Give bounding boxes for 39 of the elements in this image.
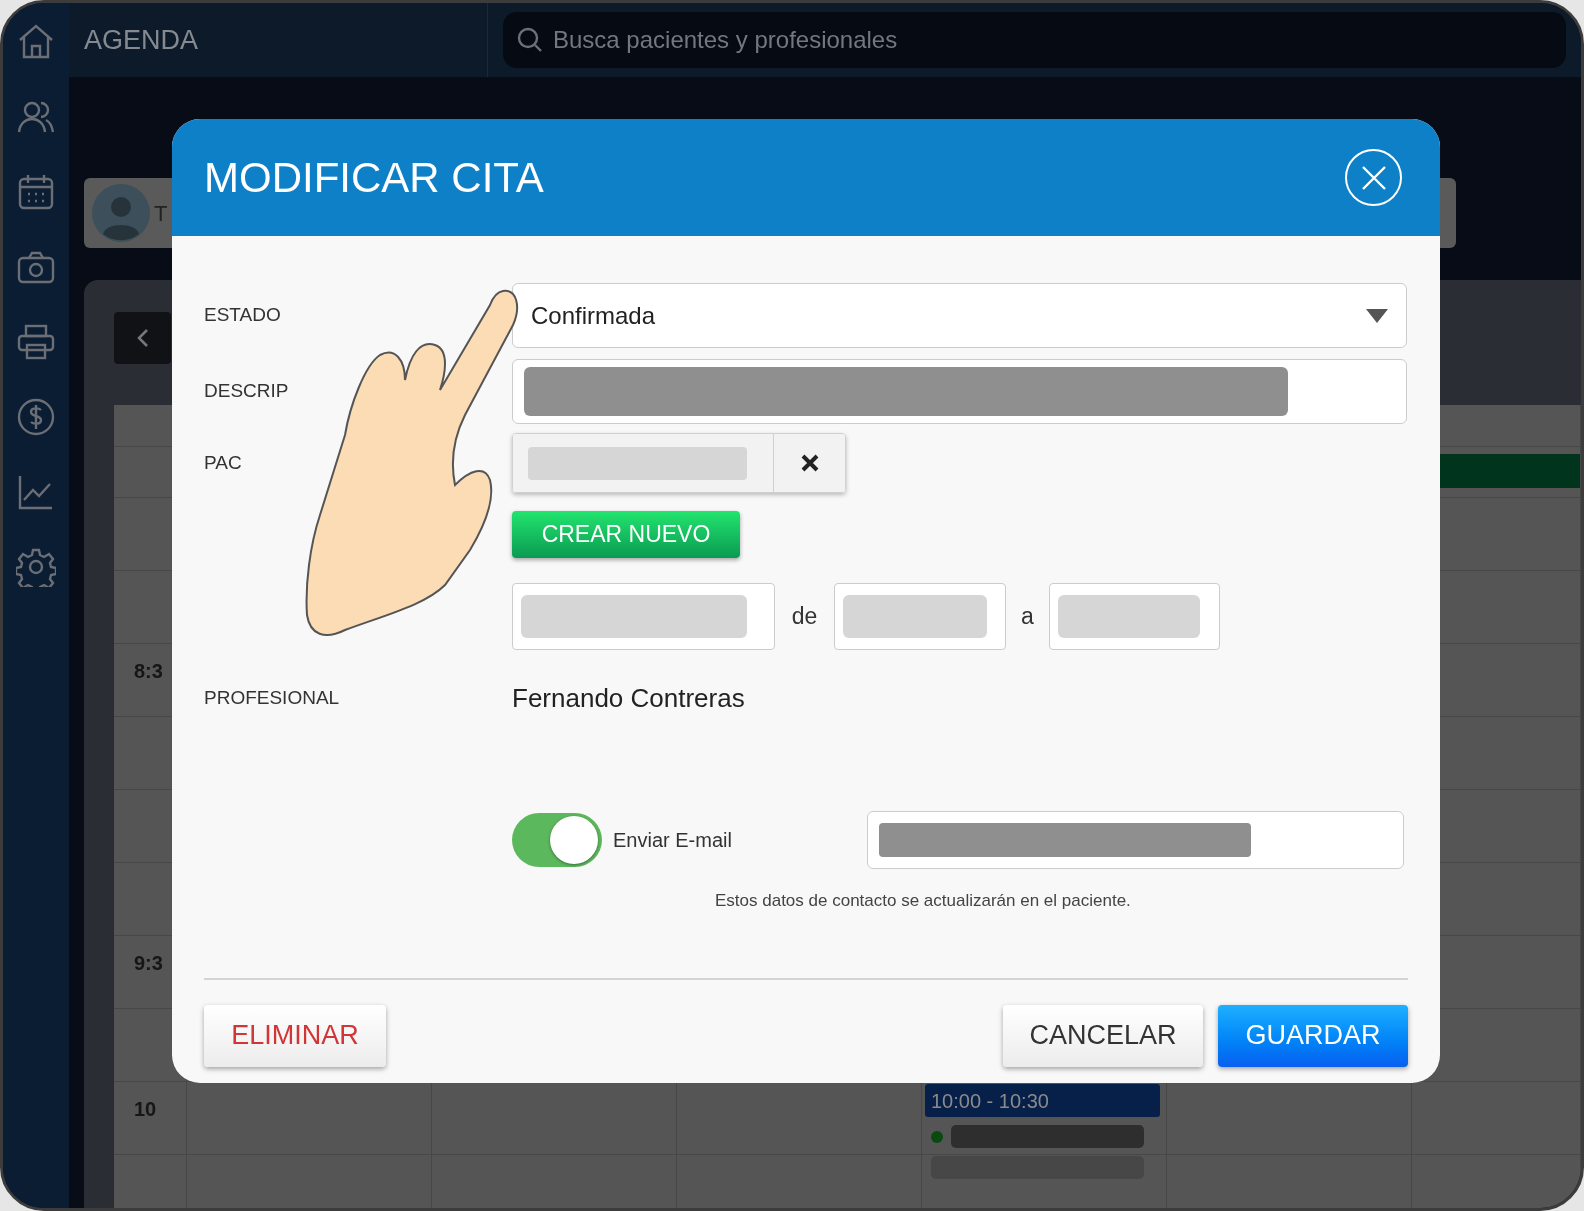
calendar-icon[interactable] — [16, 172, 56, 212]
printer-icon[interactable] — [16, 322, 56, 362]
chevron-left-icon — [135, 327, 150, 349]
separator-text: a — [1020, 602, 1035, 632]
field-label: DESCRIP — [204, 379, 290, 404]
email-field[interactable] — [867, 811, 1404, 869]
time-field[interactable] — [834, 583, 1006, 650]
search-input[interactable]: Busca pacientes y profesionales — [553, 22, 1552, 58]
search-icon — [517, 27, 543, 53]
save-button[interactable]: GUARDAR — [1218, 1004, 1408, 1067]
caret-icon — [1366, 308, 1388, 323]
professional-name: Fernando Contreras — [512, 682, 745, 715]
help-text: Estos datos de contacto se actualizarán en el paciente. — [715, 890, 1131, 912]
delete-button[interactable]: ELIMINAR — [204, 1004, 386, 1067]
cancel-button[interactable]: CANCELAR — [1003, 1004, 1203, 1067]
status-select[interactable]: Confirmada — [512, 283, 1407, 348]
toggle-label: Enviar E-mail — [613, 828, 733, 853]
close-button[interactable] — [1345, 149, 1402, 206]
create-new-button[interactable]: CREAR NUEVO — [512, 511, 740, 558]
time-field[interactable] — [1049, 583, 1220, 650]
profile-name: T — [154, 199, 168, 228]
time-label: 10 — [134, 1097, 157, 1122]
avatar-icon — [92, 184, 150, 242]
page-title: AGENDA — [84, 23, 199, 57]
event-time: 10:00 - 10:30 — [925, 1084, 1160, 1117]
close-icon — [1360, 164, 1387, 191]
field-label: PROFESIONAL — [204, 686, 341, 711]
search-field[interactable]: Busca pacientes y profesionales — [503, 12, 1566, 68]
separator-text: de — [790, 602, 819, 632]
date-field[interactable] — [512, 583, 775, 650]
description-field[interactable] — [512, 359, 1407, 424]
field-label: ESTADO — [204, 303, 282, 328]
dollar-icon[interactable] — [16, 397, 56, 437]
modal-title: MODIFICAR CITA — [204, 153, 544, 203]
email-toggle[interactable] — [512, 813, 602, 867]
time-label: 8:3 — [134, 659, 163, 684]
field-label: PAC — [204, 450, 243, 475]
gear-icon[interactable] — [16, 547, 56, 587]
time-label: 9:3 — [134, 951, 163, 976]
